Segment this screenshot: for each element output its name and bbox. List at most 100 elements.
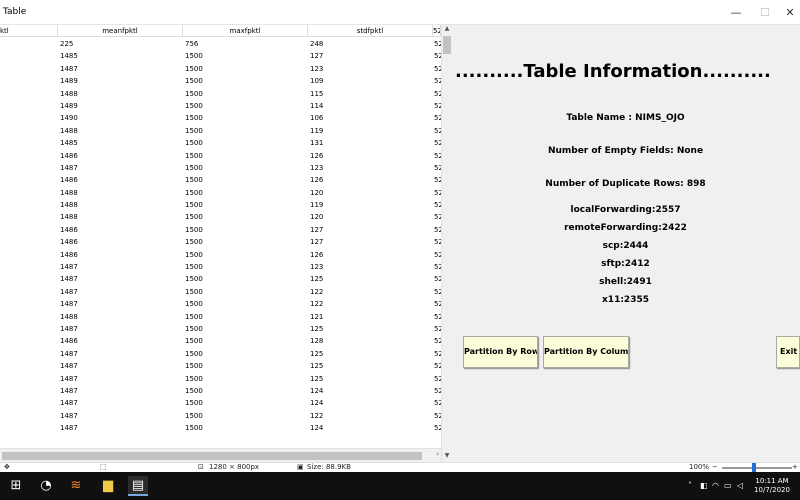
zoom-in-icon[interactable]: + <box>792 463 798 472</box>
column-header[interactable]: 52 <box>433 25 441 37</box>
table-row[interactable]: 1487 1500 125 52 <box>0 323 441 335</box>
table-row[interactable]: 1488 1500 120 52 <box>0 187 441 199</box>
battery-icon[interactable]: ▭ <box>724 472 732 500</box>
table-row[interactable]: 1487 1500 122 52 <box>0 286 441 298</box>
table-row[interactable]: 1487 1500 124 52 <box>0 397 441 409</box>
table-row[interactable]: 1487 1500 122 52 <box>0 298 441 310</box>
network-icon[interactable]: ◧ <box>700 472 708 500</box>
table-cell: 52 <box>434 275 441 284</box>
table-cell: 52 <box>434 126 441 135</box>
table-cell: 128 <box>310 337 324 346</box>
browser-icon[interactable]: ◔ <box>36 476 56 496</box>
table-row[interactable]: 1487 1500 124 52 <box>0 422 441 434</box>
file-explorer-icon[interactable]: ▆ <box>98 476 118 496</box>
table-row[interactable]: 1487 1500 125 52 <box>0 373 441 385</box>
scroll-down-icon[interactable]: ▼ <box>443 452 451 462</box>
table-cell: 120 <box>310 213 324 222</box>
scroll-right-icon[interactable]: › <box>436 450 439 458</box>
table-cell: 52 <box>434 225 441 234</box>
table-row[interactable]: 1485 1500 127 52 <box>0 50 441 62</box>
partition-by-row-button[interactable]: Partition By Row <box>463 336 538 368</box>
table-cell: 125 <box>310 275 324 284</box>
table-row[interactable]: 1486 1500 128 52 <box>0 335 441 347</box>
table-row[interactable]: 1489 1500 114 52 <box>0 100 441 112</box>
scroll-thumb[interactable] <box>2 452 422 460</box>
table-row[interactable]: 1488 1500 120 52 <box>0 211 441 223</box>
table-row[interactable]: 225 756 248 52 <box>0 38 441 50</box>
exit-button[interactable]: Exit <box>776 336 800 368</box>
table-cell: 1500 <box>185 275 203 284</box>
column-header[interactable]: maxfpktl <box>183 25 308 37</box>
info-heading: ..........Table Information.......... <box>455 61 771 82</box>
table-cell: 756 <box>185 40 199 48</box>
table-row[interactable]: 1486 1500 126 52 <box>0 150 441 162</box>
table-cell: 1487 <box>60 287 78 296</box>
table-cell: 52 <box>434 312 441 321</box>
table-cell: 1500 <box>185 362 203 371</box>
table-row[interactable]: 1488 1500 115 52 <box>0 88 441 100</box>
table-row[interactable]: 1487 1500 123 52 <box>0 63 441 75</box>
anaconda-icon[interactable]: ≋ <box>66 476 86 496</box>
column-header[interactable]: ktl <box>0 25 58 37</box>
table-cell: 1488 <box>60 188 78 197</box>
table-cell: 1500 <box>185 201 203 210</box>
table-cell: 52 <box>434 411 441 420</box>
table-cell: 1500 <box>185 176 203 185</box>
minimize-button[interactable]: — <box>721 0 751 25</box>
table-row[interactable]: 1487 1500 123 52 <box>0 162 441 174</box>
close-button[interactable]: ✕ <box>775 0 800 25</box>
table-cell: 1500 <box>185 114 203 123</box>
table-row[interactable]: 1487 1500 124 52 <box>0 385 441 397</box>
table-row[interactable]: 1486 1500 127 52 <box>0 236 441 248</box>
table-row[interactable]: 1487 1500 122 52 <box>0 410 441 422</box>
table-row[interactable]: 1488 1500 121 52 <box>0 311 441 323</box>
table-row[interactable]: 1489 1500 109 52 <box>0 75 441 87</box>
table-cell: 127 <box>310 225 324 234</box>
table-cell: 52 <box>434 263 441 272</box>
table-row[interactable]: 1488 1500 119 52 <box>0 199 441 211</box>
app-window-icon[interactable]: ▤ <box>128 476 148 496</box>
table-row[interactable]: 1487 1500 125 52 <box>0 360 441 372</box>
table-row[interactable]: 1488 1500 119 52 <box>0 125 441 137</box>
table-row[interactable]: 1486 1500 126 52 <box>0 174 441 186</box>
data-table-panel: ktl meanfpktl maxfpktl stdfpktl 52 225 75… <box>0 25 451 462</box>
volume-icon[interactable]: ◁ <box>737 472 743 500</box>
table-cell: 1487 <box>60 362 78 371</box>
vertical-scrollbar[interactable]: ▲ ▼ <box>441 25 451 462</box>
table-cell: 52 <box>434 287 441 296</box>
tray-chevron-icon[interactable]: ˄ <box>688 472 692 500</box>
zoom-out-icon[interactable]: − <box>712 463 718 472</box>
dimensions-icon: ⊡ <box>198 463 204 471</box>
zoom-slider[interactable] <box>722 467 792 469</box>
zoom-slider-thumb[interactable] <box>752 463 757 472</box>
table-cell: 52 <box>434 163 441 172</box>
table-row[interactable]: 1487 1500 123 52 <box>0 261 441 273</box>
table-row[interactable]: 1485 1500 131 52 <box>0 137 441 149</box>
empty-fields-label: Number of Empty Fields: None <box>547 146 704 156</box>
table-cell: 52 <box>434 300 441 309</box>
scroll-up-icon[interactable]: ▲ <box>443 25 451 35</box>
clock[interactable]: 10:11 AM 10/7/2020 <box>752 477 792 495</box>
scroll-thumb[interactable] <box>443 36 451 54</box>
table-row[interactable]: 1487 1500 125 52 <box>0 273 441 285</box>
table-cell: 123 <box>310 64 324 73</box>
column-header[interactable]: meanfpktl <box>58 25 183 37</box>
table-cell: 123 <box>310 263 324 272</box>
table-cell: 125 <box>310 324 324 333</box>
table-row[interactable]: 1490 1500 106 52 <box>0 112 441 124</box>
table-cell: 1500 <box>185 213 203 222</box>
clock-time: 10:11 AM <box>755 477 789 485</box>
wifi-icon[interactable]: ◠ <box>712 472 719 500</box>
clock-date: 10/7/2020 <box>754 486 790 494</box>
table-cell: 126 <box>310 250 324 259</box>
horizontal-scrollbar[interactable]: › <box>0 448 441 462</box>
start-icon[interactable]: ⊞ <box>6 476 26 496</box>
table-row[interactable]: 1486 1500 127 52 <box>0 224 441 236</box>
column-header[interactable]: stdfpktl <box>308 25 433 37</box>
table-row[interactable]: 1487 1500 125 52 <box>0 348 441 360</box>
partition-by-column-button[interactable]: Partition By Column <box>543 336 629 368</box>
table-cell: 125 <box>310 349 324 358</box>
table-cell: 52 <box>434 64 441 73</box>
stat-label: scp:2444 <box>602 241 649 251</box>
table-row[interactable]: 1486 1500 126 52 <box>0 249 441 261</box>
